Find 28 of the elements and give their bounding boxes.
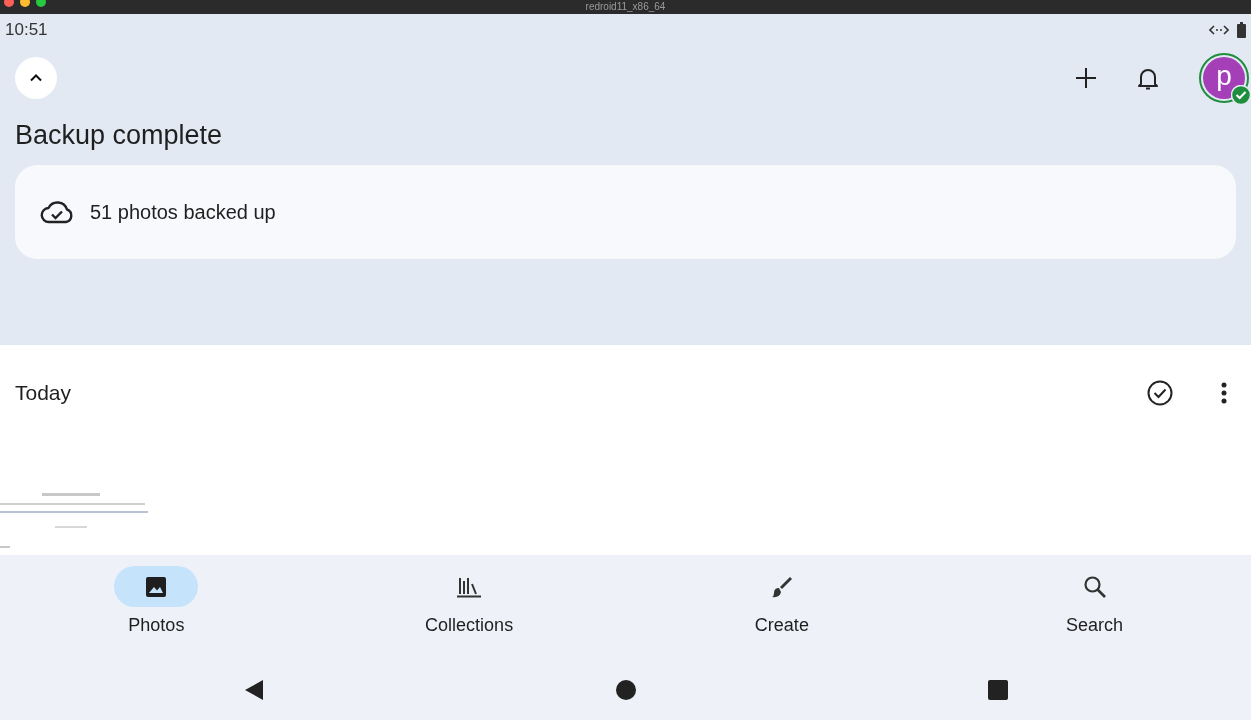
battery-icon (1237, 22, 1246, 38)
account-avatar[interactable]: p (1199, 53, 1249, 103)
nav-tab[interactable]: Search (938, 555, 1251, 660)
nav-tab[interactable]: Collections (312, 555, 626, 660)
back-icon[interactable] (243, 679, 264, 701)
status-time: 10:51 (5, 20, 48, 40)
avatar-letter: p (1216, 62, 1232, 90)
recents-icon[interactable] (987, 680, 1008, 700)
minimize-icon[interactable] (20, 0, 30, 7)
backup-card[interactable]: 51 photos backed up (15, 165, 1236, 259)
bars-icon (456, 575, 483, 598)
more-options-icon[interactable] (1221, 381, 1227, 404)
nav-tab[interactable]: Photos (0, 555, 313, 660)
cloud-check-icon (40, 200, 74, 224)
data-arrows-icon (1209, 24, 1229, 36)
nav-tab[interactable]: Create (625, 555, 939, 660)
image-icon (145, 575, 168, 598)
window-title: redroid11_x86_64 (585, 1, 666, 13)
close-icon[interactable] (4, 0, 14, 7)
collapse-button[interactable] (15, 57, 57, 99)
backup-count-text: 51 photos backed up (90, 200, 276, 224)
add-icon[interactable] (1075, 67, 1097, 89)
backup-status-title: Backup complete (15, 120, 224, 151)
search-icon (1082, 574, 1107, 599)
maximize-icon[interactable] (36, 0, 46, 7)
date-heading: Today (15, 380, 72, 405)
home-icon[interactable] (615, 680, 636, 700)
select-check-circle-icon[interactable] (1147, 379, 1173, 406)
